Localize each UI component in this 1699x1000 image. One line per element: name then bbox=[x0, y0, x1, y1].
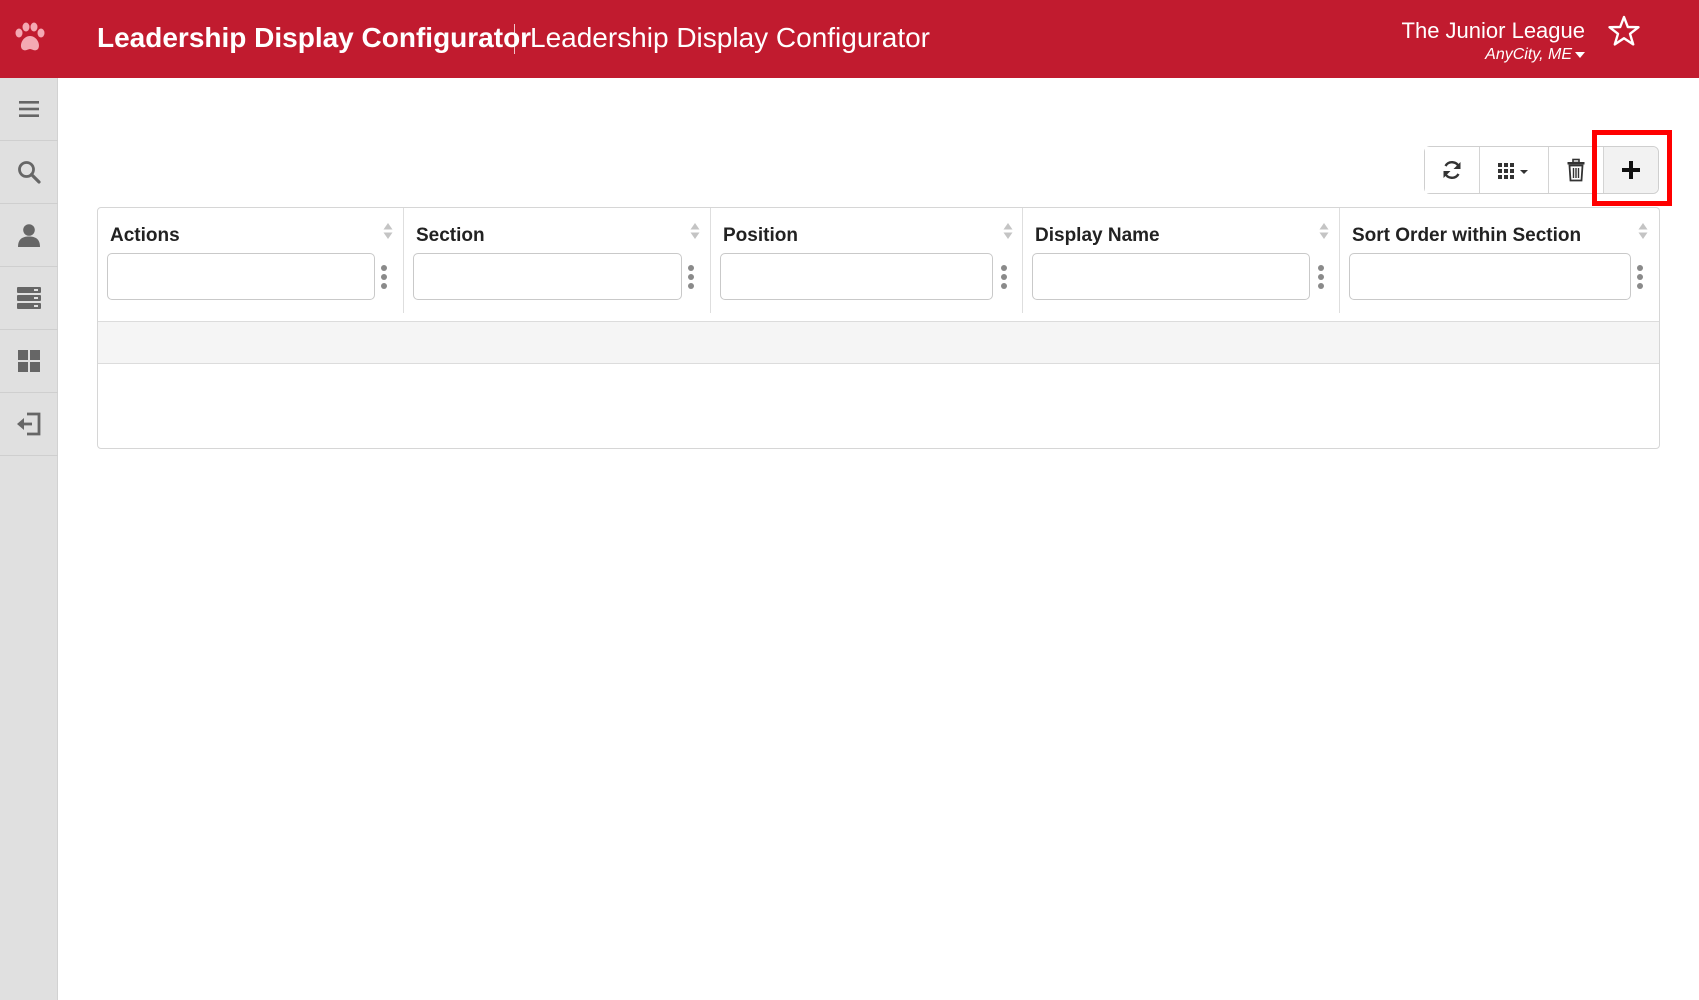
sort-icon[interactable] bbox=[382, 220, 394, 242]
logout-icon bbox=[17, 412, 41, 436]
title-divider bbox=[514, 24, 515, 54]
caret-down-icon bbox=[1575, 51, 1585, 58]
filter-input-section[interactable] bbox=[413, 253, 682, 300]
app-title: Leadership Display Configurator bbox=[97, 22, 532, 53]
column-label: Section bbox=[416, 225, 485, 246]
org-location[interactable]: AnyCity, ME bbox=[1402, 46, 1585, 64]
column-label: Display Name bbox=[1035, 225, 1160, 246]
paw-logo-icon[interactable] bbox=[10, 18, 50, 58]
search-icon bbox=[18, 161, 41, 184]
sort-icon[interactable] bbox=[1002, 220, 1014, 242]
sidebar-item-user[interactable] bbox=[0, 204, 58, 267]
filter-input-sort-order[interactable] bbox=[1349, 253, 1631, 300]
sidebar-item-dashboard[interactable] bbox=[0, 330, 58, 393]
top-bar: Leadership Display Configurator Leadersh… bbox=[0, 0, 1699, 78]
column-menu-icon[interactable] bbox=[1000, 263, 1008, 291]
column-menu-icon[interactable] bbox=[687, 263, 695, 291]
favorite-star-icon[interactable] bbox=[1607, 14, 1641, 48]
menu-icon bbox=[19, 101, 39, 117]
column-header-actions: Actions bbox=[98, 208, 404, 313]
grid-header: Actions Section Position Display Name So… bbox=[98, 208, 1659, 322]
column-label: Position bbox=[723, 225, 798, 246]
sidebar-item-search[interactable] bbox=[0, 141, 58, 204]
columns-dropdown-button[interactable] bbox=[1480, 147, 1549, 193]
org-name: The Junior League bbox=[1401, 18, 1585, 43]
column-menu-icon[interactable] bbox=[1636, 263, 1644, 291]
trash-icon bbox=[1567, 158, 1585, 182]
data-grid: Actions Section Position Display Name So… bbox=[97, 207, 1660, 449]
sidebar bbox=[0, 78, 58, 1000]
page-title: Leadership Display Configurator bbox=[530, 22, 930, 53]
column-header-sort-order: Sort Order within Section bbox=[1340, 208, 1659, 313]
filter-input-position[interactable] bbox=[720, 253, 993, 300]
column-label: Actions bbox=[110, 225, 180, 246]
column-menu-icon[interactable] bbox=[380, 263, 388, 291]
org-location-label: AnyCity, ME bbox=[1485, 46, 1572, 63]
sort-icon[interactable] bbox=[689, 220, 701, 242]
sort-icon[interactable] bbox=[1318, 220, 1330, 242]
column-header-position: Position bbox=[711, 208, 1023, 313]
grid-empty-row bbox=[98, 322, 1659, 364]
column-header-section: Section bbox=[404, 208, 711, 313]
sidebar-item-logout[interactable] bbox=[0, 393, 58, 456]
column-menu-icon[interactable] bbox=[1317, 263, 1325, 291]
org-selector[interactable]: The Junior League AnyCity, ME bbox=[1402, 18, 1585, 64]
filter-input-display-name[interactable] bbox=[1032, 253, 1310, 300]
database-icon bbox=[17, 287, 41, 309]
add-button-highlight bbox=[1592, 130, 1672, 206]
column-label: Sort Order within Section bbox=[1352, 225, 1582, 246]
user-icon bbox=[18, 224, 40, 247]
sidebar-item-database[interactable] bbox=[0, 267, 58, 330]
refresh-button[interactable] bbox=[1425, 147, 1480, 193]
dashboard-icon bbox=[18, 350, 40, 372]
column-header-display-name: Display Name bbox=[1023, 208, 1340, 313]
sidebar-item-menu[interactable] bbox=[0, 78, 58, 141]
grid-columns-icon bbox=[1498, 163, 1528, 179]
sort-icon[interactable] bbox=[1637, 220, 1649, 242]
filter-input-actions[interactable] bbox=[107, 253, 375, 300]
refresh-icon bbox=[1443, 161, 1461, 179]
